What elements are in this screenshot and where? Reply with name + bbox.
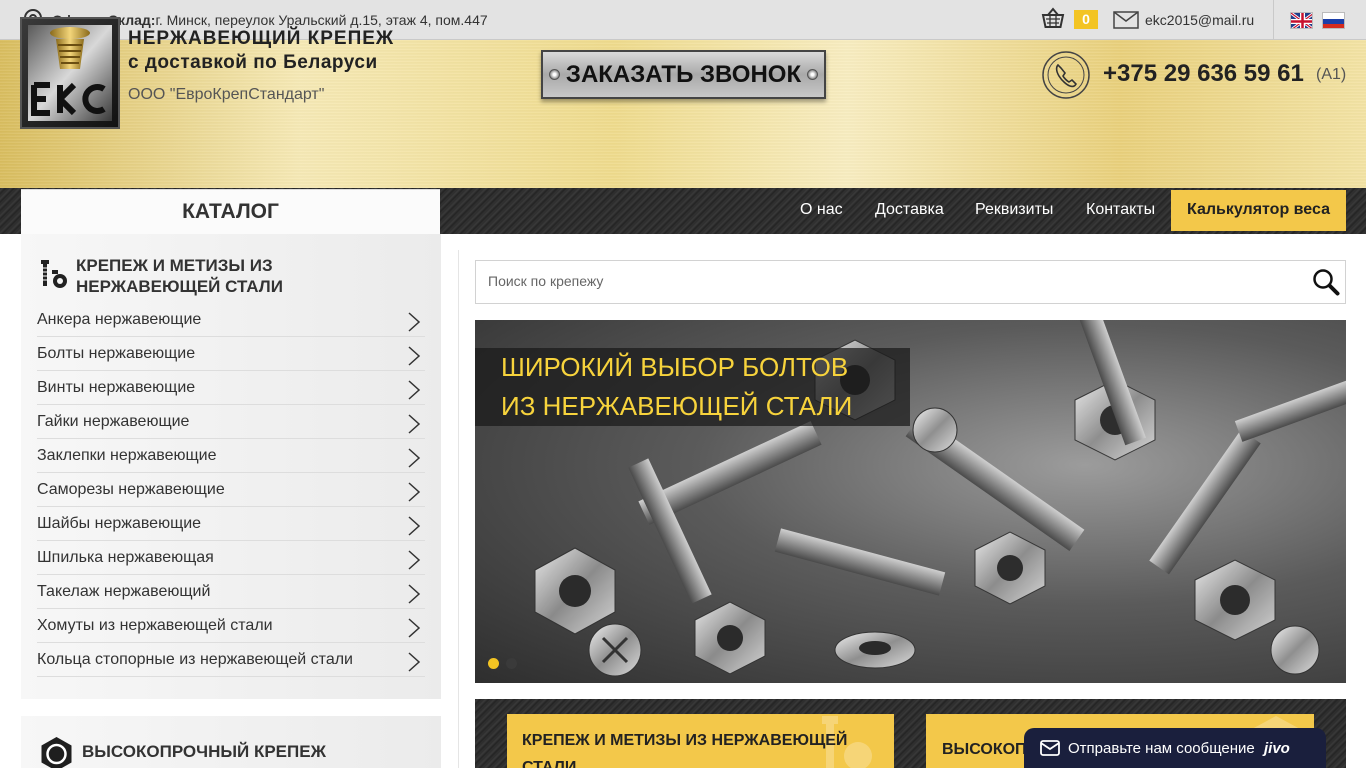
catalog-item-label: Винты нержавеющие — [37, 379, 196, 396]
content-divider — [458, 250, 459, 768]
catalog-item-screws[interactable]: Винты нержавеющие — [37, 371, 425, 405]
hex-nut-icon — [38, 735, 75, 768]
slider-dot[interactable] — [506, 658, 517, 669]
search-box — [475, 260, 1346, 304]
catalog-item-self-tapping-screws[interactable]: Саморезы нержавеющие — [37, 473, 425, 507]
nav-item-contacts[interactable]: Контакты — [1086, 189, 1155, 233]
catalog-item-label: Гайки нержавеющие — [37, 413, 190, 430]
screw-icon — [549, 69, 560, 80]
catalog-item-label: Болты нержавеющие — [37, 345, 196, 362]
flag-ru-icon[interactable] — [1322, 12, 1345, 29]
catalog-item-label: Кольца стопорные из нержавеющей стали — [37, 651, 353, 668]
catalog-section-title: КРЕПЕЖ И МЕТИЗЫ ИЗ НЕРЖАВЕЮЩЕЙ СТАЛИ — [76, 256, 283, 296]
catalog-item-studs[interactable]: Шпилька нержавеющая — [37, 541, 425, 575]
high-strength-title[interactable]: ВЫСОКОПРОЧНЫЙ КРЕПЕЖ — [82, 742, 326, 762]
mail-icon — [1113, 10, 1139, 35]
catalog-list: Анкера нержавеющие Болты нержавеющие Вин… — [37, 303, 425, 677]
top-divider — [1273, 0, 1274, 40]
catalog-item-nuts[interactable]: Гайки нержавеющие — [37, 405, 425, 439]
banner-heading-line2: ИЗ НЕРЖАВЕЮЩЕЙ СТАЛИ — [501, 391, 853, 421]
nav-item-delivery[interactable]: Доставка — [875, 189, 944, 233]
card-stainless-title: КРЕПЕЖ И МЕТИЗЫ ИЗ НЕРЖАВЕЮЩЕЙ СТАЛИ — [522, 732, 848, 768]
site-logo[interactable] — [20, 17, 120, 129]
brand-subtitle: с доставкой по Беларуси — [128, 52, 378, 73]
nav-item-about[interactable]: О нас — [800, 189, 843, 233]
search-input[interactable] — [488, 273, 1268, 289]
address-text: г. Минск, переулок Уральский д.15, этаж … — [155, 12, 488, 28]
weight-calculator-button[interactable]: Калькулятор веса — [1171, 190, 1346, 231]
fasteners-icon — [37, 258, 69, 295]
catalog-item-label: Такелаж нержавеющий — [37, 583, 211, 600]
chevron-right-icon — [407, 651, 421, 685]
catalog-item-label: Анкера нержавеющие — [37, 311, 202, 328]
search-icon[interactable] — [1312, 268, 1340, 301]
cart-icon[interactable] — [1040, 6, 1066, 35]
catalog-item-rivets[interactable]: Заклепки нержавеющие — [37, 439, 425, 473]
catalog-item-label: Шайбы нержавеющие — [37, 515, 202, 532]
banner-heading-line1: ШИРОКИЙ ВЫБОР БОЛТОВ — [501, 352, 849, 382]
order-callback-button[interactable]: ЗАКАЗАТЬ ЗВОНОК — [541, 50, 826, 99]
catalog-item-bolts[interactable]: Болты нержавеющие — [37, 337, 425, 371]
flag-en-icon[interactable] — [1290, 12, 1313, 29]
catalog-item-label: Саморезы нержавеющие — [37, 481, 225, 498]
catalog-item-label: Хомуты из нержавеющей стали — [37, 617, 273, 634]
slider-dot-active[interactable] — [488, 658, 499, 669]
nav-item-requisites[interactable]: Реквизиты — [975, 189, 1053, 233]
catalog-item-label: Шпилька нержавеющая — [37, 549, 214, 566]
company-name: ООО "ЕвроКрепСтандарт" — [128, 86, 325, 103]
catalog-item-rigging[interactable]: Такелаж нержавеющий — [37, 575, 425, 609]
catalog-item-label: Заклепки нержавеющие — [37, 447, 217, 464]
brand-title: НЕРЖАВЕЮЩИЙ КРЕПЕЖ — [128, 28, 395, 49]
screw-icon — [807, 69, 818, 80]
phone-icon — [1041, 50, 1091, 105]
catalog-header[interactable]: КАТАЛОГ — [21, 189, 440, 234]
jivo-logo: jivo — [1264, 740, 1290, 757]
phone-number[interactable]: +375 29 636 59 61 — [1103, 60, 1304, 88]
catalog-item-clamps[interactable]: Хомуты из нержавеющей стали — [37, 609, 425, 643]
callback-label: ЗАКАЗАТЬ ЗВОНОК — [565, 61, 802, 88]
catalog-item-retaining-rings[interactable]: Кольца стопорные из нержавеющей стали — [37, 643, 425, 677]
email-link[interactable]: ekc2015@mail.ru — [1145, 12, 1254, 28]
cart-count-badge[interactable]: 0 — [1074, 10, 1098, 29]
catalog-item-washers[interactable]: Шайбы нержавеющие — [37, 507, 425, 541]
phone-operator: (A1) — [1316, 66, 1347, 83]
card-high-strength-title: ВЫСОКОП — [942, 741, 1027, 758]
message-icon — [1040, 739, 1060, 762]
catalog-item-anchors[interactable]: Анкера нержавеющие — [37, 303, 425, 337]
chat-label: Отправьте нам сообщение — [1068, 740, 1255, 757]
